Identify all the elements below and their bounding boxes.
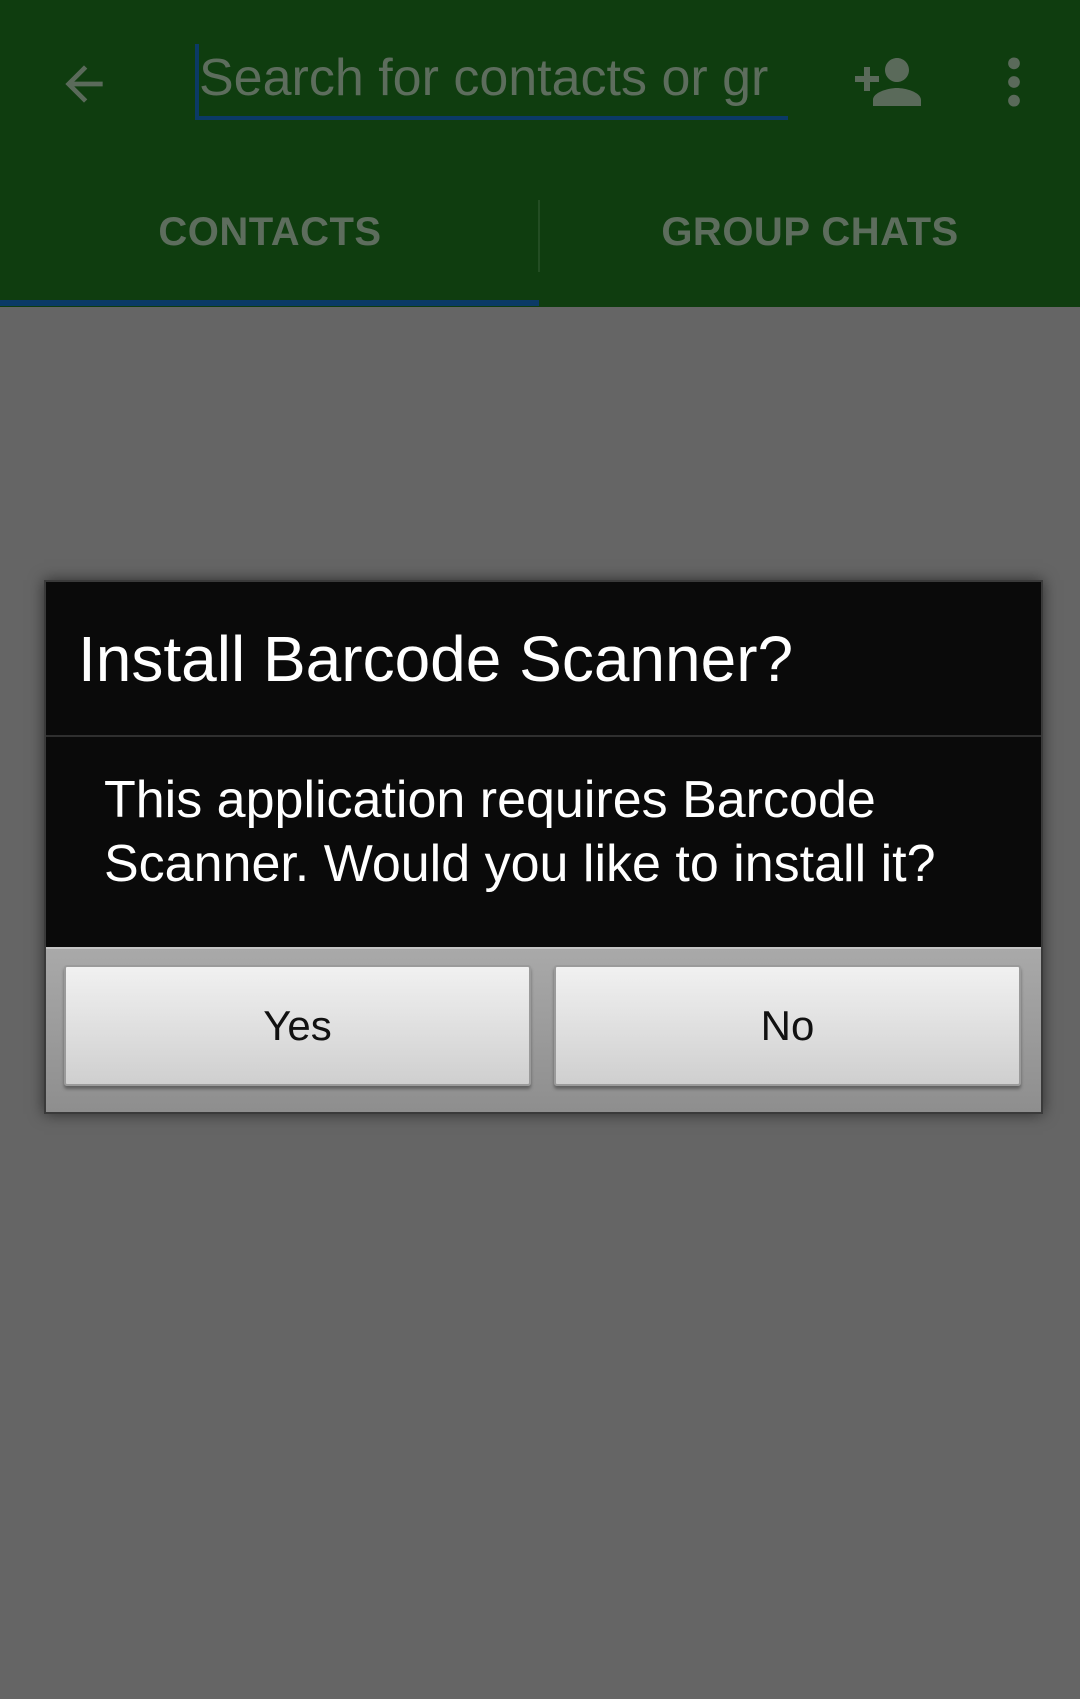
install-dialog: Install Barcode Scanner? This applicatio… — [44, 580, 1043, 1114]
tab-contacts-label: CONTACTS — [158, 209, 382, 254]
tab-contacts[interactable]: CONTACTS — [0, 157, 540, 307]
tab-group-chats-label: GROUP CHATS — [661, 209, 959, 254]
text-cursor — [195, 44, 199, 116]
tab-bar: CONTACTS GROUP CHATS — [0, 157, 1080, 307]
no-button[interactable]: No — [554, 965, 1021, 1086]
app-bar — [0, 0, 1080, 157]
search-field[interactable] — [195, 40, 788, 126]
back-button[interactable] — [48, 48, 120, 120]
more-vert-icon — [1008, 57, 1020, 107]
tab-divider — [538, 200, 540, 272]
tab-selected-indicator — [0, 300, 539, 306]
more-options-button[interactable] — [990, 46, 1038, 118]
person-add-icon — [855, 58, 921, 106]
tab-group-chats[interactable]: GROUP CHATS — [540, 157, 1080, 307]
dialog-title: Install Barcode Scanner? — [46, 582, 1041, 737]
search-input[interactable] — [195, 40, 788, 120]
add-contact-button[interactable] — [848, 46, 928, 118]
dialog-button-bar: Yes No — [46, 947, 1041, 1112]
arrow-back-icon — [65, 65, 103, 103]
dialog-message: This application requires Barcode Scanne… — [104, 771, 936, 893]
yes-button[interactable]: Yes — [64, 965, 531, 1086]
